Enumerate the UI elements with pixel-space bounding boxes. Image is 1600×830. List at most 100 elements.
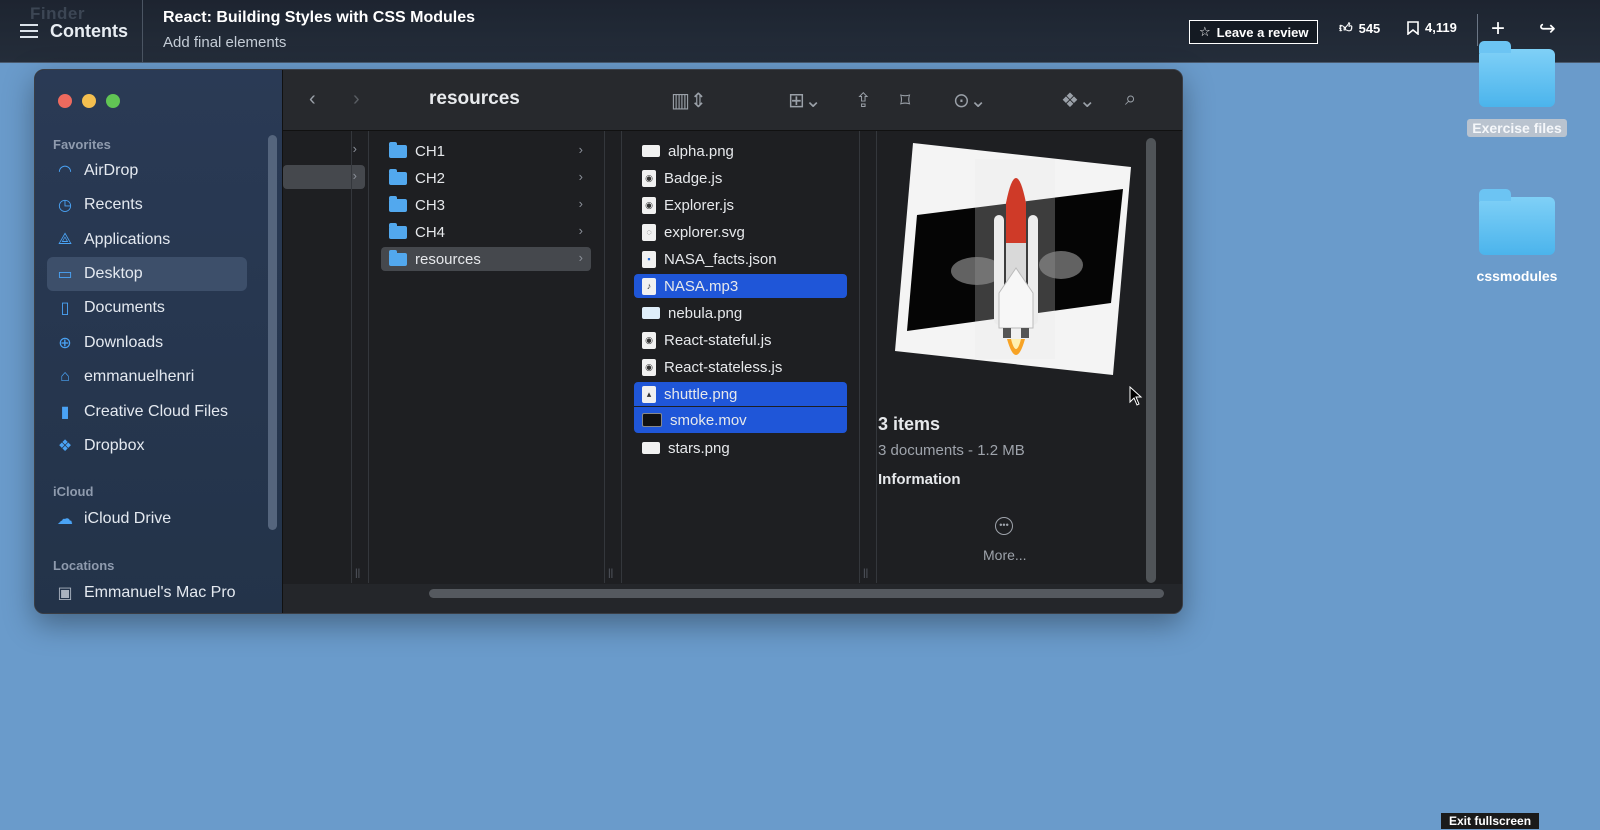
file-row[interactable]: nebula.png: [634, 301, 847, 325]
file-row[interactable]: ◌ explorer.svg: [634, 220, 847, 244]
share-file-button[interactable]: ⇪: [855, 88, 872, 113]
more-button[interactable]: More...: [983, 547, 1027, 563]
column-divider: [368, 131, 369, 583]
contents-button[interactable]: Contents: [20, 16, 128, 46]
tags-button[interactable]: ⌑: [900, 88, 910, 113]
parent-folder-row[interactable]: ›: [283, 138, 365, 162]
folder-row-ch4[interactable]: CH4 ›: [381, 220, 591, 244]
sidebar-item-home[interactable]: ⌂ emmanuelhenri: [47, 360, 247, 394]
sidebar-item-label: Emmanuel's Mac Pro: [84, 584, 236, 601]
file-name: smoke.mov: [670, 411, 747, 429]
file-row[interactable]: ◉ Badge.js: [634, 166, 847, 190]
folder-row-resources[interactable]: resources ›: [381, 247, 591, 271]
column-divider[interactable]: [351, 131, 352, 583]
desktop-folder-exercise-files[interactable]: Exercise files: [1467, 41, 1567, 138]
js-file-icon: ◉: [642, 331, 656, 349]
file-row[interactable]: ◉ Explorer.js: [634, 193, 847, 217]
parent-folder-row[interactable]: ›: [283, 165, 365, 189]
sidebar-scrollbar[interactable]: [268, 135, 277, 530]
dropbox-icon: ❖⌄: [1061, 90, 1096, 112]
column-divider: [621, 131, 622, 583]
file-row[interactable]: alpha.png: [634, 139, 847, 163]
forward-button[interactable]: ›: [353, 88, 360, 111]
sidebar-item-airdrop[interactable]: ◠ AirDrop: [47, 154, 247, 188]
column-divider[interactable]: [604, 131, 605, 583]
svg-file-icon: ◌: [642, 223, 656, 241]
desktop-folder-label: cssmodules: [1476, 268, 1558, 284]
file-row[interactable]: stars.png: [634, 436, 847, 460]
folder-row-ch3[interactable]: CH3 ›: [381, 193, 591, 217]
add-button[interactable]: +: [1491, 15, 1505, 43]
folder-icon: [389, 222, 407, 239]
dropbox-toolbar-button[interactable]: ❖⌄: [1061, 88, 1096, 113]
sidebar-item-downloads[interactable]: ⊕ Downloads: [47, 326, 247, 360]
sidebar-item-applications[interactable]: ⟁ Applications: [47, 223, 247, 257]
sidebar-item-dropbox[interactable]: ❖ Dropbox: [47, 429, 247, 463]
json-file-icon: ▪: [642, 250, 656, 268]
column-resize-grip[interactable]: ||: [608, 568, 613, 579]
back-button[interactable]: ‹: [309, 88, 316, 111]
zoom-window-button[interactable]: [106, 94, 120, 108]
bookmark-button[interactable]: 4,119: [1407, 20, 1457, 35]
sidebar-item-label: iCloud Drive: [84, 510, 172, 527]
leave-review-button[interactable]: ☆ Leave a review: [1189, 20, 1319, 44]
download-icon: ⊕: [58, 335, 72, 352]
horizontal-scrollbar[interactable]: [429, 589, 1164, 598]
file-row[interactable]: ◉ React-stateful.js: [634, 328, 847, 352]
list-icon: [20, 23, 38, 39]
image-file-icon: ▴: [642, 385, 656, 403]
video-title: Add final elements: [163, 34, 287, 51]
folder-icon: [389, 168, 407, 185]
action-button[interactable]: ⊙⌄: [953, 88, 987, 113]
course-title: React: Building Styles with CSS Modules: [163, 9, 476, 26]
window-title: resources: [429, 88, 520, 109]
desktop-icon: ▭: [57, 266, 73, 283]
file-row[interactable]: smoke.mov: [634, 407, 847, 433]
file-row[interactable]: ▪ NASA_facts.json: [634, 247, 847, 271]
file-name: explorer.svg: [664, 223, 745, 241]
column-divider[interactable]: [859, 131, 860, 583]
search-button[interactable]: ⌕: [1125, 88, 1136, 111]
share-button[interactable]: ↪: [1539, 16, 1556, 41]
sidebar-item-label: Downloads: [84, 334, 164, 351]
sidebar-item-desktop[interactable]: ▭ Desktop: [47, 257, 247, 291]
file-name: React-stateless.js: [664, 358, 783, 376]
exit-fullscreen-button[interactable]: Exit fullscreen: [1441, 813, 1540, 829]
chevron-right-icon: ›: [352, 141, 357, 156]
contents-label: Contents: [50, 20, 128, 41]
finder-toolbar: ‹ › resources ▥⇕ ⊞⌄ ⇪ ⌑ ⊙⌄ ❖⌄ ⌕: [283, 70, 1182, 131]
grid-icon: ⊞⌄: [788, 90, 822, 112]
column-browser: › › || CH1 › CH2 › CH3 › CH4 › resources…: [283, 131, 1182, 583]
file-row[interactable]: ◉ React-stateless.js: [634, 355, 847, 379]
share-icon: ⇪: [855, 90, 872, 112]
header-divider: [142, 0, 143, 62]
sidebar-item-mac-pro[interactable]: ▣ Emmanuel's Mac Pro: [47, 576, 247, 610]
column-resize-grip[interactable]: ||: [355, 568, 360, 579]
image-file-icon: [642, 145, 660, 157]
group-button[interactable]: ⊞⌄: [788, 88, 822, 113]
sidebar-item-creative-cloud[interactable]: ▮ Creative Cloud Files: [47, 395, 247, 429]
folder-row-ch2[interactable]: CH2 ›: [381, 166, 591, 190]
sidebar-item-label: AirDrop: [84, 162, 139, 179]
more-icon[interactable]: •••: [995, 517, 1013, 535]
file-row[interactable]: ▴ shuttle.png: [634, 382, 847, 406]
desktop-folder-label: Exercise files: [1467, 119, 1567, 137]
desktop-folder-cssmodules[interactable]: cssmodules: [1467, 189, 1567, 286]
file-row[interactable]: ♪ NASA.mp3: [634, 274, 847, 298]
likes-count: 545: [1358, 20, 1381, 36]
close-window-button[interactable]: [58, 94, 72, 108]
js-file-icon: ◉: [642, 358, 656, 376]
sidebar-item-icloud-drive[interactable]: ☁ iCloud Drive: [47, 502, 247, 536]
computer-icon: ▣: [57, 585, 73, 602]
view-mode-button[interactable]: ▥⇕: [671, 88, 707, 113]
preview-scrollbar[interactable]: [1146, 138, 1156, 583]
likes-button[interactable]: 👍︎ 545: [1339, 20, 1380, 36]
folder-row-ch1[interactable]: CH1 ›: [381, 139, 591, 163]
column-resize-grip[interactable]: ||: [863, 568, 868, 579]
file-name: Explorer.js: [664, 196, 735, 214]
folder-name: CH1: [415, 142, 446, 160]
sidebar-item-recents[interactable]: ◷ Recents: [47, 188, 247, 222]
sidebar-item-documents[interactable]: ▯ Documents: [47, 291, 247, 325]
minimize-window-button[interactable]: [82, 94, 96, 108]
information-heading: Information: [878, 471, 961, 488]
